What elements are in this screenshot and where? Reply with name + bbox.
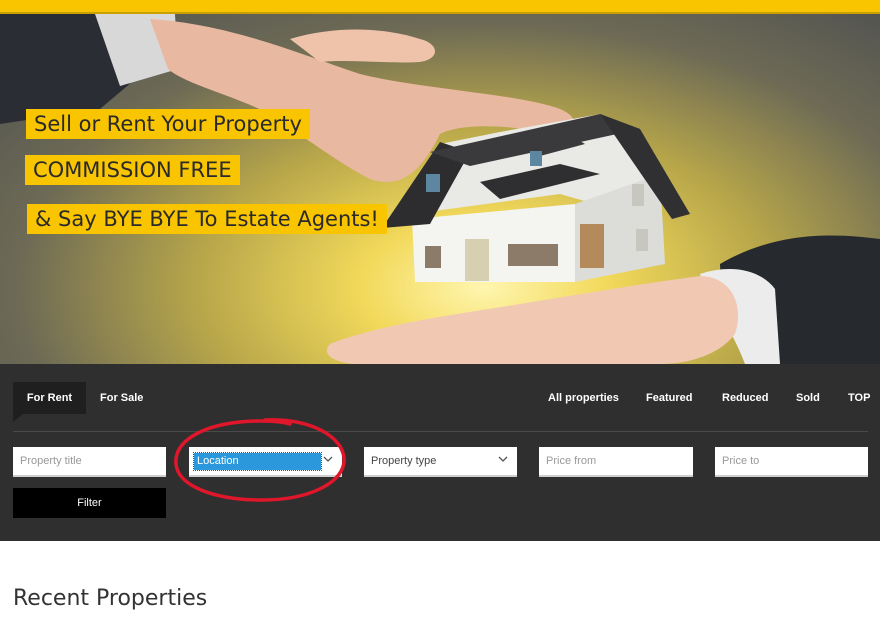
top-accent-bar [0,0,880,14]
price-to-input[interactable]: Price to [715,447,868,477]
price-from-input[interactable]: Price from [539,447,693,477]
tab-for-sale[interactable]: For Sale [100,382,143,414]
filter-sold[interactable]: Sold [796,382,820,414]
property-type-select[interactable]: Property type [364,447,517,477]
hero-tagline-sell: Sell or Rent Your Property [26,109,310,139]
hero-tagline-agents: & Say BYE BYE To Estate Agents! [27,204,387,234]
price-to-placeholder: Price to [722,455,760,467]
property-title-placeholder: Property title [20,455,82,467]
lower-hand [326,276,739,364]
red-circle-annotation [174,418,346,502]
property-title-input[interactable]: Property title [13,447,166,477]
search-divider [13,431,868,432]
property-search-panel: For Rent For Sale All properties Feature… [0,364,880,541]
filter-all-properties[interactable]: All properties [548,382,619,414]
filter-button[interactable]: Filter [13,488,166,518]
filter-reduced[interactable]: Reduced [722,382,768,414]
hero-illustration [0,14,880,364]
hero-banner: Sell or Rent Your Property COMMISSION FR… [0,14,880,364]
tab-for-rent[interactable]: For Rent [13,382,86,422]
recent-properties-heading: Recent Properties [13,586,208,611]
filter-featured[interactable]: Featured [646,382,692,414]
hero-tagline-commission: COMMISSION FREE [25,155,240,185]
property-type-value: Property type [371,455,437,467]
price-from-placeholder: Price from [546,455,597,467]
chevron-down-icon [498,456,508,462]
filter-top[interactable]: TOP [848,382,870,414]
